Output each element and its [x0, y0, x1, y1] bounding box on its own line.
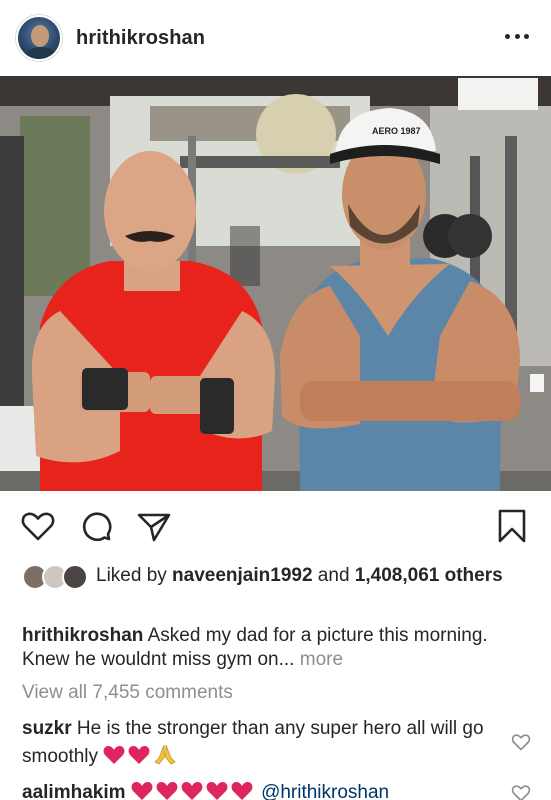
comment-username[interactable]: suzkr — [22, 718, 72, 739]
action-bar — [0, 500, 551, 552]
likes-prefix: Liked by — [96, 565, 173, 586]
post-photo[interactable]: ness AERO 1987 — [0, 76, 551, 491]
avatar[interactable] — [16, 15, 62, 61]
likes-others[interactable]: others — [439, 565, 503, 586]
cap-text: AERO 1987 — [372, 126, 421, 136]
comment-item: aalimhakim @hrithikroshan — [22, 780, 522, 800]
share-icon[interactable] — [136, 508, 172, 544]
comment-username[interactable]: aalimhakim — [22, 782, 126, 800]
like-icon[interactable] — [20, 508, 56, 544]
heart-emoji — [156, 782, 178, 800]
likes-text[interactable]: Liked by naveenjain1992 and 1,408,061 ot… — [96, 563, 503, 590]
liker-avatars[interactable] — [22, 564, 90, 590]
comment-icon[interactable] — [78, 508, 114, 544]
post-username[interactable]: hrithikroshan — [76, 27, 205, 50]
view-all-comments[interactable]: View all 7,455 comments — [22, 682, 233, 704]
caption-username[interactable]: hrithikroshan — [22, 625, 143, 646]
bookmark-icon[interactable] — [494, 508, 530, 544]
heart-emoji — [103, 746, 125, 764]
comment-mention[interactable]: @hrithikroshan — [261, 782, 389, 800]
heart-emoji — [128, 746, 150, 764]
heart-outline-icon[interactable] — [511, 783, 531, 800]
post-caption: hrithikroshan Asked my dad for a picture… — [22, 624, 522, 672]
more-icon[interactable] — [505, 24, 529, 48]
heart-outline-icon[interactable] — [511, 732, 531, 752]
pray-emoji — [154, 744, 176, 765]
likes-and: and — [312, 565, 355, 586]
caption-more-link[interactable]: more — [294, 649, 343, 670]
heart-emoji — [181, 782, 203, 800]
likes-count[interactable]: 1,408,061 — [355, 565, 440, 586]
heart-emoji — [131, 782, 153, 800]
avatar — [62, 564, 88, 590]
comment-text: He is the stronger than any super hero a… — [22, 718, 484, 767]
heart-emoji — [231, 782, 253, 800]
liker-username[interactable]: naveenjain1992 — [172, 565, 312, 586]
comment-item: suzkr He is the stronger than any super … — [22, 716, 492, 770]
likes-row: Liked by naveenjain1992 and 1,408,061 ot… — [22, 563, 522, 590]
heart-emoji — [206, 782, 228, 800]
post-header: hrithikroshan — [0, 0, 551, 76]
